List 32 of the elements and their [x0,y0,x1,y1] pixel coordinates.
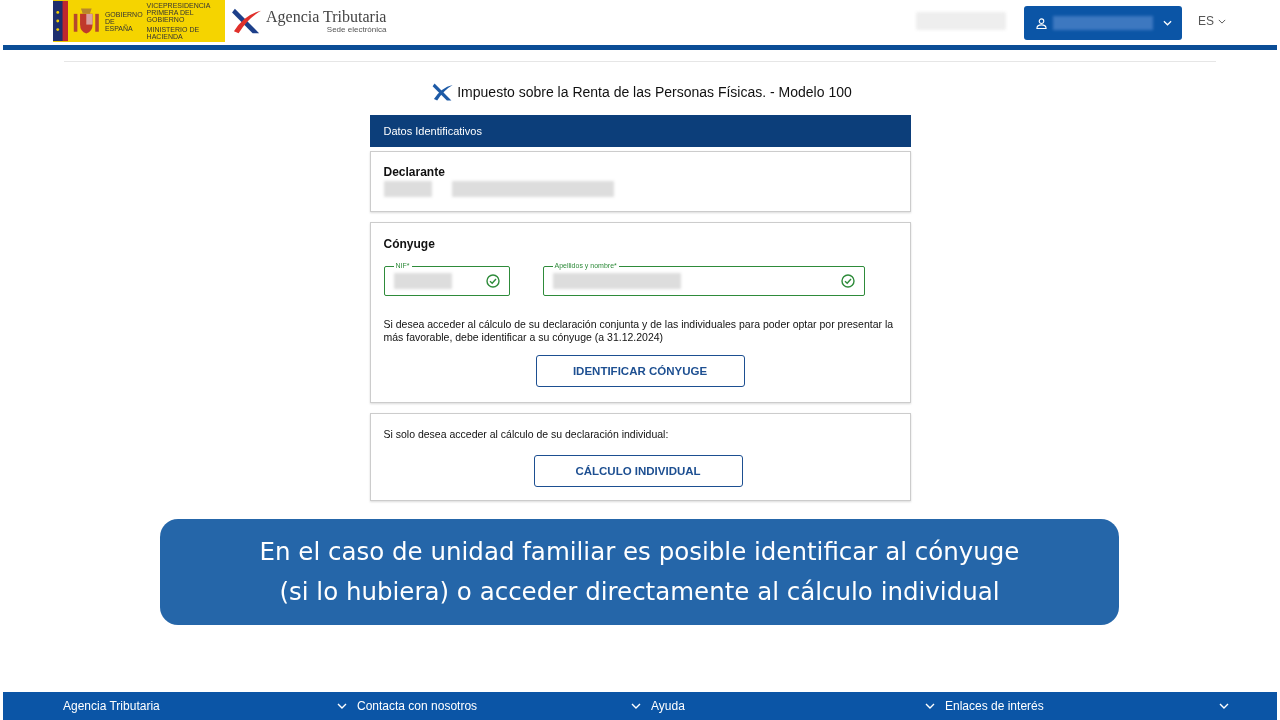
instruction-text: Si desea acceder al cálculo de su declaración conjunta y de las individuales para poder optar por presentar la más favorable, debe identificar a su cónyuge (a 31.12.2024) [383,318,895,344]
caption-text: En el caso de unidad familiar es posible identificar al cónyuge [259,536,1020,568]
user-menu-button[interactable] [1024,6,1182,40]
chevron-down-icon [1218,18,1226,24]
chevron-down-icon [631,703,641,709]
card-heading: Declarante [383,165,446,179]
agency-logo-icon [432,82,455,102]
section-header: Datos Identificativos [369,115,911,147]
page-title: Impuesto sobre la Renta de las Personas Físicas. - Modelo 100 [457,84,852,100]
chevron-down-icon [1219,703,1229,709]
language-selector[interactable]: ES [1198,14,1226,28]
caption-text: (si lo hubiera) o acceder directamente al cálculo individual [279,576,1000,608]
chevron-down-icon [925,703,935,709]
footer-menu-item[interactable]: Agencia Tributaria [63,692,357,720]
card-heading: Cónyuge [383,237,436,251]
agency-subtitle: Sede electrónica [326,25,387,35]
footer-menu-item[interactable]: Contacta con nosotros [357,692,651,720]
agency-logo-icon [231,7,263,35]
chevron-down-icon [1163,20,1172,26]
footer-menu-item[interactable]: Enlaces de interés [945,692,1239,720]
agency-name: Agencia Tributaria [266,7,387,26]
check-circle-icon [485,274,500,288]
redacted-block [383,181,432,197]
user-icon [1036,17,1047,29]
chevron-down-icon [337,703,347,709]
redacted-block [393,273,452,289]
coat-of-arms-icon [72,6,101,36]
instruction-text: Si solo desea acceder al cálculo de su declaración individual: [383,428,670,441]
check-circle-icon [840,274,855,288]
footer-menu-item[interactable]: Ayuda [651,692,945,720]
individual-calculation-button[interactable]: CÁLCULO INDIVIDUAL [533,455,743,487]
identify-spouse-button[interactable]: IDENTIFICAR CÓNYUGE [535,355,745,387]
